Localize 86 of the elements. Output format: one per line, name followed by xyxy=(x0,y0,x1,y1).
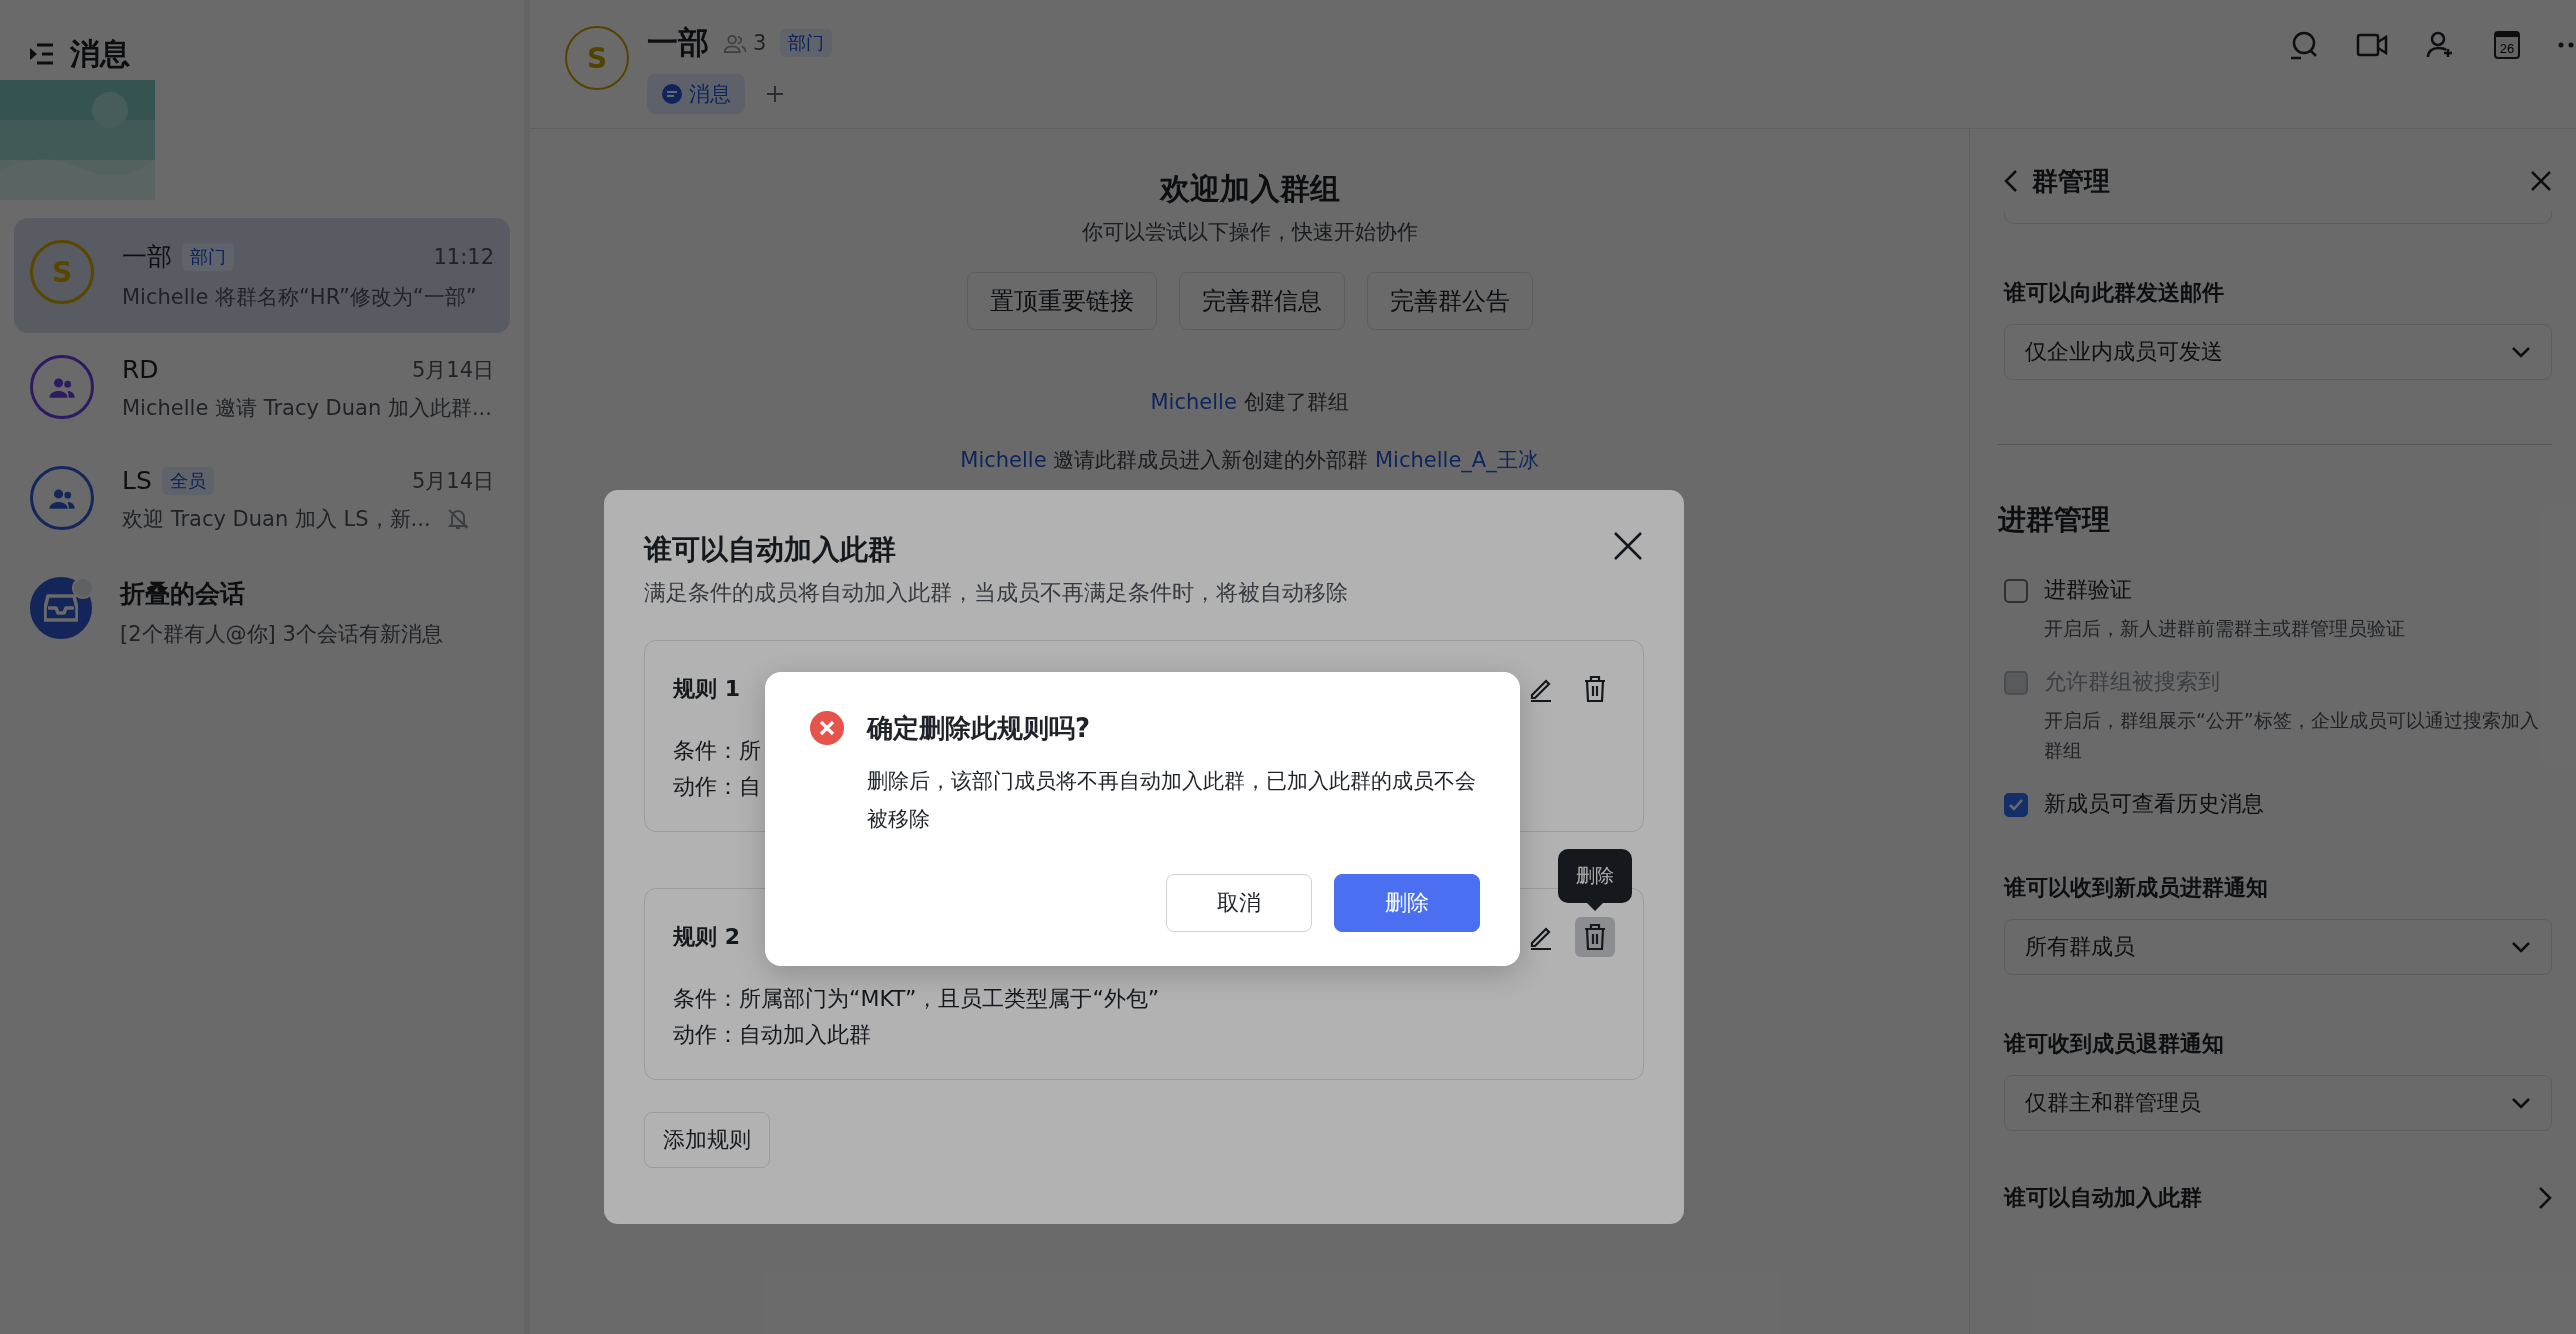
rule-action: 动作：自动加入此群 xyxy=(673,1021,871,1049)
system-message: Michelle 创建了群组 xyxy=(1150,389,1349,416)
group-link[interactable]: Michelle_A_王冰 xyxy=(1375,448,1539,472)
confirm-title: 确定删除此规则吗? xyxy=(867,712,1092,745)
chevron-down-icon xyxy=(2511,346,2531,358)
video-icon[interactable] xyxy=(2356,32,2388,58)
people-icon xyxy=(47,486,77,510)
avatar: S xyxy=(30,240,94,304)
trash-icon xyxy=(1583,923,1607,951)
chat-tag: 部门 xyxy=(182,242,234,271)
checkbox[interactable] xyxy=(2004,579,2028,603)
search-icon[interactable] xyxy=(2288,30,2318,60)
chevron-down-icon xyxy=(2511,941,2531,953)
section-heading: 进群管理 xyxy=(1998,502,2111,538)
system-message: Michelle 邀请此群成员进入新创建的外部群 Michelle_A_王冰 xyxy=(960,447,1539,474)
message-icon xyxy=(661,83,683,105)
chat-tag: 部门 xyxy=(780,29,833,57)
field-label: 谁可以向此群发送邮件 xyxy=(2004,279,2225,307)
chat-preview: 欢迎 Tracy Duan 加入 LS，新... xyxy=(122,506,431,533)
chat-item[interactable]: 折叠的会话 [2个群有人@你] 3个会话有新消息 xyxy=(14,555,510,670)
add-rule-button[interactable]: 添加规则 xyxy=(644,1112,770,1168)
chat-name: LS xyxy=(122,466,152,495)
tooltip: 删除 xyxy=(1558,849,1632,911)
chat-time: 5月14日 xyxy=(411,356,494,384)
add-tab-icon[interactable] xyxy=(765,84,785,104)
back-icon[interactable] xyxy=(2004,169,2018,193)
chevron-down-icon xyxy=(2511,1097,2531,1109)
rule-title: 规则 1 xyxy=(673,675,740,703)
sidebar-title: 消息 xyxy=(70,34,130,73)
chat-name: 一部 xyxy=(122,241,172,273)
settings-link[interactable]: 谁可以自动加入此群 xyxy=(2004,1183,2552,1213)
rule-condition: 条件：所 xyxy=(673,737,761,765)
chat-preview: Michelle 将群名称“HR”修改为“一部” xyxy=(122,284,477,311)
people-icon xyxy=(47,375,77,399)
link-label: 谁可以自动加入此群 xyxy=(2004,1184,2202,1212)
select-field[interactable]: 所有群成员 xyxy=(2004,919,2552,975)
field-label: 谁可收到成员退群通知 xyxy=(2004,1030,2225,1058)
welcome-subtitle: 你可以尝试以下操作，快速开始协作 xyxy=(1081,219,1418,246)
checkbox-description: 开启后，群组展示“公开”标签，企业成员可以通过搜索加入群组 xyxy=(2044,708,2540,763)
dialog-title: 谁可以自动加入此群 xyxy=(644,532,896,568)
panel-title: 群管理 xyxy=(2032,164,2110,198)
quick-action-button[interactable]: 完善群公告 xyxy=(1366,272,1533,330)
cancel-button[interactable]: 取消 xyxy=(1166,874,1312,932)
delete-button[interactable]: 删除 xyxy=(1334,874,1480,932)
confirm-message: 删除后，该部门成员将不再自动加入此群，已加入此群的成员不会被移除 xyxy=(867,768,1477,833)
chat-preview: Michelle 邀请 Tracy Duan 加入此群... xyxy=(122,395,492,422)
dialog-subtitle: 满足条件的成员将自动加入此群，当成员不再满足条件时，将被自动移除 xyxy=(644,579,1349,607)
select-field[interactable]: 仅群主和群管理员 xyxy=(2004,1075,2552,1131)
field-label: 谁可以收到新成员进群通知 xyxy=(2004,874,2269,902)
chat-name: RD xyxy=(122,355,159,384)
rule-title: 规则 2 xyxy=(673,923,740,951)
trash-icon xyxy=(1583,675,1607,703)
chat-time: 5月14日 xyxy=(411,467,494,495)
checkbox-label: 进群验证 xyxy=(2044,576,2133,604)
chat-preview: [2个群有人@你] 3个会话有新消息 xyxy=(120,621,443,648)
chat-name: 折叠的会话 xyxy=(120,578,245,610)
sidebar-toggle-icon[interactable] xyxy=(28,42,54,66)
quick-action-button[interactable]: 完善群信息 xyxy=(1178,272,1345,330)
chat-tag: 全员 xyxy=(161,466,214,495)
close-icon[interactable] xyxy=(2530,170,2552,192)
checkbox-label: 新成员可查看历史消息 xyxy=(2044,790,2264,818)
checkmark-icon xyxy=(2008,798,2024,812)
rule-action: 动作：自 xyxy=(673,773,761,801)
welcome-title: 欢迎加入群组 xyxy=(1159,170,1340,208)
chat-tab[interactable]: 消息 xyxy=(647,74,745,114)
chat-item[interactable]: RD 5月14日 Michelle 邀请 Tracy Duan 加入此群... xyxy=(14,333,510,444)
quick-action-button[interactable]: 置顶重要链接 xyxy=(966,272,1157,330)
checkbox-description: 开启后，新人进群前需群主或群管理员验证 xyxy=(2044,616,2405,641)
chat-title: 一部 xyxy=(647,23,709,62)
user-link[interactable]: Michelle xyxy=(1150,390,1237,414)
error-icon xyxy=(809,710,845,746)
select-field[interactable]: 仅企业内成员可发送 xyxy=(2004,324,2552,380)
group-avatar: S xyxy=(565,26,629,90)
chevron-right-icon xyxy=(2538,1186,2552,1210)
tooltip-arrow xyxy=(1587,903,1603,911)
rule-condition: 条件：所属部门为“MKT”，且员工类型属于“外包” xyxy=(673,985,1160,1013)
member-count: 3 xyxy=(753,31,767,55)
inbox-icon xyxy=(44,593,78,623)
chat-item[interactable]: S 一部 部门 11:12 Michelle 将群名称“HR”修改为“一部” xyxy=(14,218,510,333)
close-icon[interactable] xyxy=(1612,530,1644,562)
calendar-button[interactable]: 26 xyxy=(2494,31,2520,59)
members-icon xyxy=(723,33,747,53)
user-link[interactable]: Michelle xyxy=(960,448,1047,472)
chat-item[interactable]: LS 全员 5月14日 欢迎 Tracy Duan 加入 LS，新... xyxy=(14,444,510,555)
chat-time: 11:12 xyxy=(433,244,494,269)
checkbox[interactable] xyxy=(2004,793,2028,817)
